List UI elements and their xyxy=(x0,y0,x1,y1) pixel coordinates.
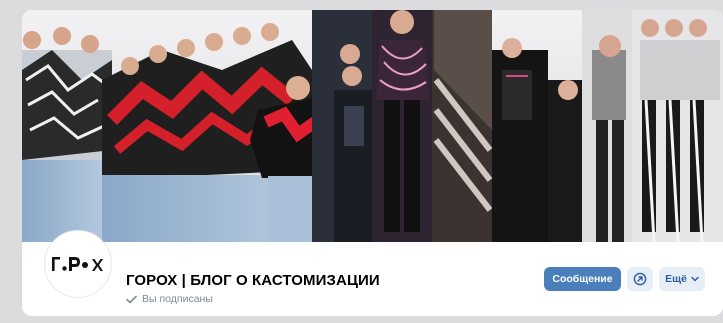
more-button[interactable]: Ещё xyxy=(659,267,705,291)
center-figure xyxy=(372,10,432,242)
share-button[interactable] xyxy=(627,267,653,291)
chevron-down-icon xyxy=(691,276,699,282)
subscription-status[interactable]: Вы подписаны xyxy=(126,293,213,305)
message-button[interactable]: Сообщение xyxy=(544,267,621,291)
community-avatar[interactable] xyxy=(44,230,112,298)
more-label: Ещё xyxy=(665,273,687,285)
dark-suit-figures xyxy=(312,10,374,242)
community-info-bar: ГОРОХ | БЛОГ О КАСТОМИЗАЦИИ Вы подписаны… xyxy=(22,230,723,316)
cover-collage xyxy=(22,10,723,242)
cover-image[interactable] xyxy=(22,10,723,242)
gorokh-logo xyxy=(52,257,103,271)
checkmark-icon xyxy=(126,295,137,303)
left-crowd xyxy=(22,27,112,242)
community-header-card: ГОРОХ | БЛОГ О КАСТОМИЗАЦИИ Вы подписаны… xyxy=(22,10,723,316)
share-icon xyxy=(633,272,647,286)
community-title: ГОРОХ | БЛОГ О КАСТОМИЗАЦИИ xyxy=(126,272,380,289)
repeated-figures-center xyxy=(432,10,493,242)
subscribed-label: Вы подписаны xyxy=(142,293,213,305)
